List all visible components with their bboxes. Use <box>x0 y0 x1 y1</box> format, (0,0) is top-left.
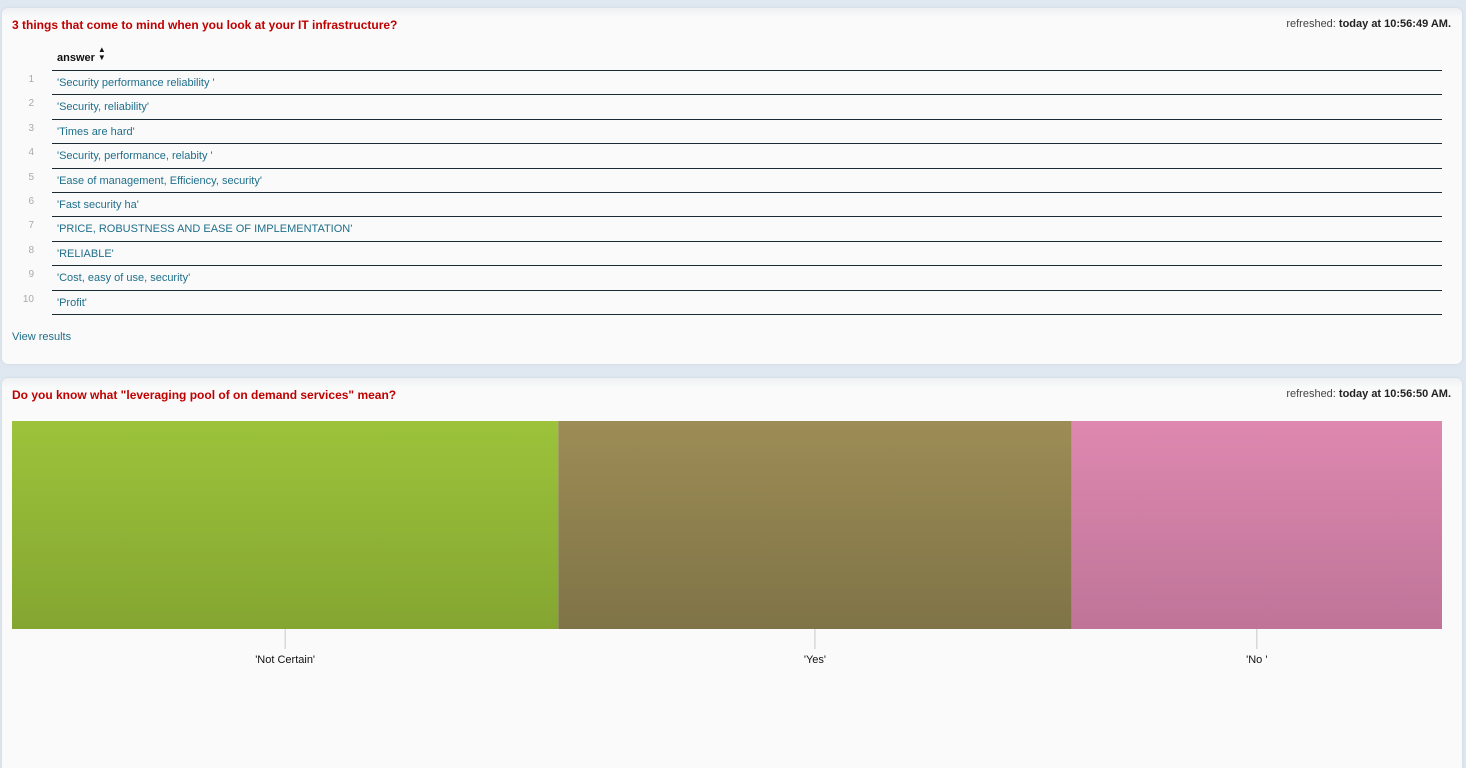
row-number: 6 <box>28 196 34 207</box>
chart-panel: Do you know what "leveraging pool of on … <box>2 378 1462 768</box>
column-header-label: answer <box>57 52 95 64</box>
row-number: 3 <box>28 122 34 134</box>
table-row: 10 'Profit' <box>12 289 1442 315</box>
column-header-answer[interactable]: answer▲ ▼ <box>57 46 106 65</box>
refreshed-status: refreshed: today at 10:56:49 AM. <box>1286 18 1451 30</box>
category-label: 'Yes' <box>804 654 826 666</box>
table-row: 6 'Fast security ha' <box>12 192 1442 216</box>
bar-segment[interactable] <box>1071 421 1442 629</box>
table-row: 1 'Security performance reliability ' <box>12 70 1442 94</box>
table-row: 9 'Cost, easy of use, security' <box>12 265 1442 289</box>
table-row: 7 'PRICE, ROBUSTNESS AND EASE OF IMPLEMEN… <box>12 216 1442 240</box>
sort-icon[interactable]: ▲ ▼ <box>98 46 106 62</box>
bar-segment[interactable] <box>558 421 1072 629</box>
row-number: 7 <box>28 220 34 232</box>
table-row: 8 'RELIABLE' <box>12 240 1442 266</box>
answer-cell: 'Profit' <box>52 289 1442 315</box>
panel-title: Do you know what "leveraging pool of on … <box>12 388 397 402</box>
table-row: 5 'Ease of management, Efficiency, securi… <box>12 167 1442 193</box>
category-label: 'Not Certain' <box>255 654 315 666</box>
refreshed-time: today at 10:56:49 AM. <box>1338 18 1451 30</box>
answer-text: 'Security, performance, relabity ' <box>57 150 213 163</box>
table-row: 2 'Security, reliability' <box>12 94 1442 118</box>
answer-cell: 'RELIABLE' <box>52 240 1442 266</box>
panel-title: 3 things that come to mind when you look… <box>12 18 398 32</box>
panel-header-bg <box>2 378 1462 388</box>
answer-cell: 'Times are hard' <box>52 118 1442 144</box>
refreshed-status: refreshed: today at 10:56:50 AM. <box>1286 388 1451 400</box>
answer-cell: 'Security, performance, relabity ' <box>52 143 1442 168</box>
panel-header-bg <box>2 8 1462 18</box>
table-row: 4 'Security, performance, relabity ' <box>12 143 1442 167</box>
refreshed-time: today at 10:56:50 AM. <box>1338 388 1451 400</box>
answer-text: 'Fast security ha' <box>57 199 139 211</box>
answer-text: 'PRICE, ROBUSTNESS AND EASE OF IMPLEMENT… <box>57 223 353 236</box>
row-number: 4 <box>28 147 34 159</box>
answer-cell: 'Security, reliability' <box>52 94 1442 119</box>
table-row: 3 'Times are hard' <box>12 118 1442 144</box>
answers-panel: 3 things that come to mind when you look… <box>2 8 1462 364</box>
answer-text: 'Security performance reliability ' <box>57 77 215 89</box>
category-label: 'No ' <box>1246 654 1267 666</box>
answer-text: 'Times are hard' <box>57 125 135 138</box>
answer-cell: 'Fast security ha' <box>52 192 1442 217</box>
refreshed-label: refreshed: <box>1286 18 1336 30</box>
row-number: 5 <box>28 171 34 183</box>
row-number: 9 <box>28 269 34 281</box>
row-number: 8 <box>28 244 34 256</box>
bar-segment[interactable] <box>12 421 559 629</box>
answer-text: 'Ease of management, Efficiency, securit… <box>57 174 262 187</box>
answer-text: 'Profit' <box>57 296 87 309</box>
row-number: 2 <box>28 98 34 110</box>
stacked-bar-chart: 'Not Certain' 'Yes' 'No ' <box>12 421 1442 666</box>
answer-cell: 'PRICE, ROBUSTNESS AND EASE OF IMPLEMENT… <box>52 216 1442 241</box>
refreshed-label: refreshed: <box>1286 388 1336 400</box>
row-number: 10 <box>22 293 34 305</box>
answer-text: 'Cost, easy of use, security' <box>57 272 191 285</box>
answer-cell: 'Cost, easy of use, security' <box>52 265 1442 290</box>
view-results-link[interactable]: View results <box>12 331 71 343</box>
table-bottom-border <box>52 314 1442 315</box>
answer-text: 'RELIABLE' <box>57 247 114 260</box>
answer-cell: 'Ease of management, Efficiency, securit… <box>52 167 1442 193</box>
answer-cell: 'Security performance reliability ' <box>52 70 1442 95</box>
answer-text: 'Security, reliability' <box>57 101 150 114</box>
row-number: 1 <box>28 74 34 85</box>
